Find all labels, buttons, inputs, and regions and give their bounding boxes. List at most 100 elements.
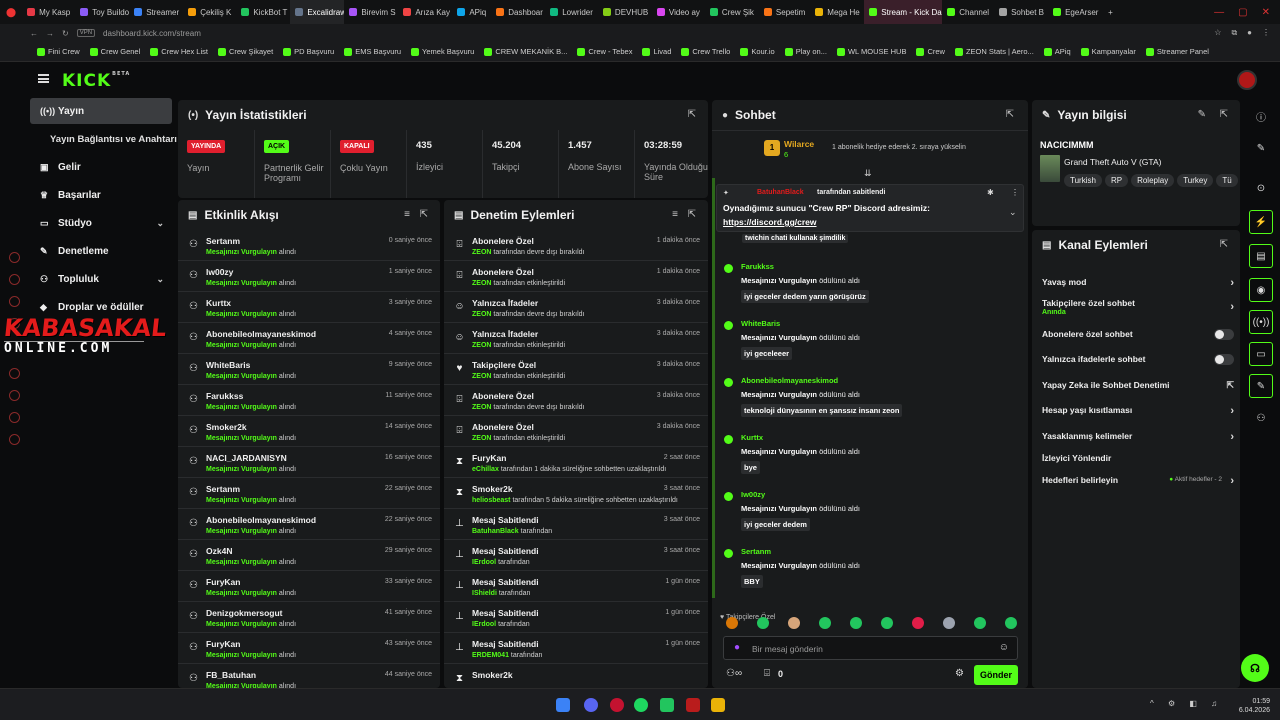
lightning-icon[interactable]: ⚡ [1249, 210, 1273, 234]
sidebar-item-basarilar[interactable]: ♕ Başarılar [30, 182, 172, 208]
sidebar-item-denetleme[interactable]: ✎ Denetleme [30, 238, 172, 264]
emote-icon[interactable] [788, 617, 800, 629]
filter-icon[interactable]: ≡ [672, 209, 678, 220]
activity-row[interactable]: ⚇ FB_Batuhan Mesajınızı Vurgulayın alındı 4… [178, 664, 440, 688]
activity-row[interactable]: ⚇ WhiteBaris Mesajınızı Vurgulayın alındı 9… [178, 354, 440, 385]
chat-message[interactable]: Abonebileolmayaneskimod Mesajınızı Vurgul… [724, 376, 1014, 426]
popout-icon[interactable]: ⇱ [420, 209, 428, 220]
bookmark-item[interactable]: Crew - Tebex [572, 47, 637, 56]
target-icon[interactable]: ⊙ [1249, 176, 1273, 200]
browser-tab[interactable]: KickBot T [236, 0, 290, 24]
browser-tab[interactable]: Stream - Kick Da [864, 0, 943, 24]
browser-tab[interactable]: Toy Buildo [75, 0, 129, 24]
pinned-link[interactable]: https://discord.gg/crew [723, 217, 817, 227]
bookmark-item[interactable]: EMS Başvuru [339, 47, 406, 56]
activity-row[interactable]: ⚇ Denizgokmersogut Mesajınızı Vurgulayın a… [178, 602, 440, 633]
category-name[interactable]: Grand Theft Auto V (GTA) [1064, 157, 1161, 167]
chat-input[interactable]: ● Bir mesaj gönderin ☺ [723, 636, 1018, 660]
browser-tab[interactable]: Lowrider [545, 0, 598, 24]
banned-words-row[interactable]: Yasaklanmış kelimeler › [1042, 431, 1234, 443]
browser-tab[interactable]: Arıza Kay [398, 0, 452, 24]
chat-message[interactable]: Iw00zy Mesajınızı Vurgulayın ödülünü aldı… [724, 490, 1014, 540]
sidebar-item-baglanti[interactable]: Yayın Bağlantısı ve Anahtarı [50, 134, 177, 145]
browser-tab[interactable]: DEVHUB [598, 0, 652, 24]
browser-tab[interactable]: Crew Şik [705, 0, 759, 24]
layout-icon[interactable]: ▭ [1249, 342, 1273, 366]
moderation-row[interactable]: ☺ Yalnızca İfadeler ZEON tarafından devre … [444, 292, 708, 323]
emote-icon[interactable] [757, 617, 769, 629]
browser-tab[interactable]: Sepetim [759, 0, 810, 24]
browser-tab[interactable]: Channel [942, 0, 994, 24]
browser-menu-icon[interactable]: ⬤ [0, 7, 22, 18]
maximize-icon[interactable]: ▢ [1238, 7, 1247, 18]
browser-tab[interactable]: My Kasp [22, 0, 75, 24]
bookmark-item[interactable]: Streamer Panel [1141, 47, 1214, 56]
url-field[interactable]: dashboard.kick.com/stream [103, 29, 201, 38]
community-icon[interactable]: ⚇∞ [726, 668, 742, 679]
emotes-only-toggle[interactable] [1214, 354, 1234, 365]
browser-tab[interactable]: Dashboar [491, 0, 545, 24]
activity-row[interactable]: ⚇ Sertanm Mesajınızı Vurgulayın alındı 0 sa… [178, 230, 440, 261]
bookmark-item[interactable]: WL MOUSE HUB [832, 47, 911, 56]
moderation-row[interactable]: ⌹ Abonelere Özel ZEON tarafından etkinleşt… [444, 416, 708, 447]
stream-tag[interactable]: Roleplay [1131, 174, 1175, 187]
wrench-icon[interactable]: ✎ [1249, 374, 1273, 398]
subs-only-row[interactable]: Abonelere özel sohbet [1042, 329, 1234, 340]
browser-tab[interactable]: Sohbet B [994, 0, 1048, 24]
vpn-badge[interactable]: VPN [76, 29, 96, 37]
chat-message[interactable]: WhiteBaris Mesajınızı Vurgulayın ödülünü … [724, 319, 1014, 369]
emoji-icon[interactable]: ☺ [999, 642, 1009, 653]
popout-icon[interactable]: ⇱ [688, 109, 696, 120]
moderation-row[interactable]: ⧗ Smoker2k heliosbeast tarafından 5 dakika… [444, 478, 708, 509]
bookmark-item[interactable]: Kour.io [735, 47, 779, 56]
close-icon[interactable]: ✕ [1262, 7, 1270, 18]
stream-tag[interactable]: Tü [1216, 174, 1238, 187]
browser-tab[interactable]: Birevim S [344, 0, 398, 24]
emote-icon[interactable] [726, 617, 738, 629]
sidebar-item-topluluk[interactable]: ⚇ Topluluk ⌄ [30, 266, 172, 292]
gift-icon[interactable]: ⌹ [764, 668, 770, 679]
activity-row[interactable]: ⚇ NACI_JARDANISYN Mesajınızı Vurgulayın al… [178, 447, 440, 478]
note-icon[interactable]: ▤ [1249, 244, 1273, 268]
opera-icon[interactable] [610, 698, 624, 712]
emote-icon[interactable] [850, 617, 862, 629]
bookmark-item[interactable]: Crew Genel [85, 47, 146, 56]
browser-tab[interactable]: Çekiliş K [183, 0, 236, 24]
edit-icon[interactable]: ✎ [1198, 109, 1206, 120]
subs-only-toggle[interactable] [1214, 329, 1234, 340]
emote-icon[interactable] [881, 617, 893, 629]
bookmark-item[interactable]: Crew Trello [676, 47, 735, 56]
bookmark-item[interactable]: ZEON Stats | Aero... [950, 47, 1039, 56]
emote-icon[interactable] [912, 617, 924, 629]
chevron-down-icon[interactable]: ⌄ [1009, 207, 1017, 218]
bookmark-item[interactable]: Crew Şikayet [213, 47, 278, 56]
live-icon[interactable] [9, 252, 20, 263]
edit-icon[interactable]: ✎ [1249, 136, 1273, 160]
popout-icon[interactable]: ⇱ [1006, 109, 1014, 120]
moderation-row[interactable]: ⊥ Mesaj Sabitlendi BatuhanBlack tarafından… [444, 509, 708, 540]
chat-username[interactable]: Abonebileolmayaneskimod [741, 376, 838, 385]
activity-row[interactable]: ⚇ Iw00zy Mesajınızı Vurgulayın alındı 1 san… [178, 261, 440, 292]
browser-tab[interactable]: EgeArser [1048, 0, 1102, 24]
send-button[interactable]: Gönder [974, 665, 1018, 685]
forward-icon[interactable]: → [46, 29, 54, 38]
ai-moderation-row[interactable]: Yapay Zeka ile Sohbet Denetimi ⇱ [1042, 380, 1234, 390]
chat-username[interactable]: WhiteBaris [741, 319, 780, 328]
activity-row[interactable]: ⚇ Ozk4N Mesajınızı Vurgulayın alındı 29 san… [178, 540, 440, 571]
support-button[interactable]: ☊ [1241, 654, 1269, 682]
emote-icon[interactable] [819, 617, 831, 629]
extensions-icon[interactable]: ⧉ [1231, 28, 1237, 38]
pinned-message[interactable]: ✦ BatuhanBlack tarafından sabitlendi ✱ ⋮… [716, 184, 1024, 232]
moderation-row[interactable]: ☺ Yalnızca İfadeler ZEON tarafından etkinl… [444, 323, 708, 354]
browser-tab[interactable]: Excalidraw [290, 0, 345, 24]
live-icon[interactable] [9, 412, 20, 423]
followers-only-row[interactable]: Takipçilere özel sohbet Anında › [1042, 298, 1234, 316]
discord-icon[interactable] [584, 698, 598, 712]
moderation-row[interactable]: ⊥ Mesaj Sabitlendi IErdool tarafından 1 gün… [444, 602, 708, 633]
bookmark-item[interactable]: Kampanyalar [1076, 47, 1141, 56]
profile-icon[interactable]: ● [1247, 28, 1252, 38]
bookmark-item[interactable]: APiq [1039, 47, 1076, 56]
stream-tag[interactable]: Turkish [1064, 174, 1102, 187]
popout-icon[interactable]: ⇱ [688, 209, 696, 220]
sidebar-item-yayin[interactable]: ((•)) Yayın [30, 98, 172, 124]
